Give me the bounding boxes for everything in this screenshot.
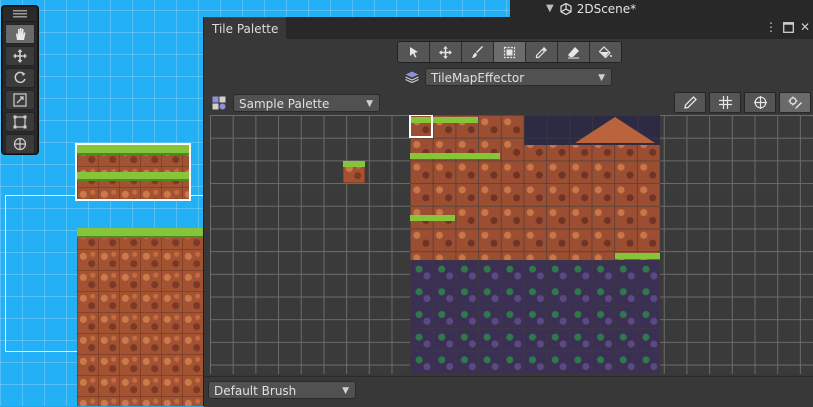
move-arrows-icon — [439, 45, 452, 59]
close-icon[interactable]: ✕ — [800, 19, 810, 35]
palette-icon — [212, 96, 226, 110]
scene-tools-overlay — [2, 6, 38, 154]
grass-strip — [410, 215, 455, 221]
palette-dropdown[interactable]: Sample Palette ▼ — [233, 94, 380, 112]
grass-strip — [77, 228, 204, 238]
rotate-tool-button[interactable] — [5, 68, 35, 88]
active-target-value: TileMapEffector — [431, 71, 525, 85]
ground-tiles[interactable] — [77, 228, 204, 406]
rect-transform-icon — [13, 115, 27, 129]
gear-brush-icon — [788, 96, 802, 109]
picker-tool-button[interactable] — [526, 42, 558, 62]
move-tool-button[interactable] — [430, 42, 462, 62]
paint-tool-button[interactable] — [462, 42, 494, 62]
toolbar-grip-icon[interactable] — [3, 7, 37, 22]
window-controls: ⋮ ✕ — [765, 19, 810, 35]
tile-palette-window: Tile Palette ⋮ ✕ TileMapEffector ▼ Sampl… — [203, 17, 813, 407]
tilesheet-roof-tiles — [575, 117, 655, 143]
paintbrush-icon — [472, 45, 483, 58]
palette-grid[interactable] — [210, 115, 813, 374]
tile-tools-toolbar — [397, 41, 622, 63]
gizmos-button[interactable] — [744, 92, 776, 113]
brush-dropdown[interactable]: Default Brush ▼ — [208, 381, 356, 399]
pencil-icon — [683, 96, 697, 109]
brush-bar: Default Brush ▼ — [204, 376, 813, 407]
more-options-icon[interactable]: ⋮ — [765, 19, 777, 35]
transform-icon — [13, 137, 27, 151]
eyedropper-icon — [535, 46, 547, 58]
transform-tool-button[interactable] — [5, 134, 35, 154]
hand-tool-button[interactable] — [5, 24, 35, 44]
expand-arrow-icon[interactable]: ▼ — [546, 3, 554, 14]
cursor-arrow-icon — [409, 47, 418, 58]
tile-palette-tab[interactable]: Tile Palette — [204, 17, 287, 40]
erase-tool-button[interactable] — [558, 42, 590, 62]
hierarchy-header: ▼ 2DScene* — [510, 0, 813, 17]
grass-strip — [343, 161, 365, 167]
box-fill-icon — [503, 46, 516, 58]
fill-tool-button[interactable] — [590, 42, 621, 62]
tilesheet-dungeon-region — [410, 260, 660, 374]
toggle-grid-button[interactable] — [709, 92, 741, 113]
palette-name-value: Sample Palette — [239, 97, 330, 111]
hand-icon — [16, 28, 26, 40]
dropdown-caret-icon: ▼ — [366, 99, 373, 109]
grass-strip — [77, 145, 189, 155]
palette-row: Sample Palette ▼ — [212, 93, 380, 113]
floating-tile-platform[interactable] — [75, 143, 191, 201]
brush-name-value: Default Brush — [214, 384, 297, 398]
palette-edit-tools — [674, 92, 811, 113]
gizmo-crosshair-icon — [753, 96, 767, 109]
rotate-icon — [14, 71, 26, 84]
maximize-icon[interactable] — [782, 21, 794, 33]
grass-strip — [410, 153, 500, 159]
active-target-dropdown[interactable]: TileMapEffector ▼ — [425, 68, 612, 86]
unity-scene-icon — [560, 2, 572, 15]
active-target-row: TileMapEffector ▼ — [405, 67, 612, 87]
scene-name[interactable]: 2DScene* — [577, 2, 636, 16]
palette-tile[interactable] — [343, 161, 365, 183]
tilemap-layers-icon — [405, 71, 419, 83]
selected-palette-tile[interactable] — [409, 115, 433, 138]
box-fill-tool-button[interactable] — [494, 42, 526, 62]
dropdown-caret-icon: ▼ — [342, 386, 349, 396]
grid-icon — [718, 96, 732, 109]
move-tool-button[interactable] — [5, 46, 35, 66]
dropdown-caret-icon: ▼ — [598, 73, 605, 83]
move-arrows-icon — [13, 49, 27, 63]
tile-palette-tab-bar: Tile Palette ⋮ ✕ — [204, 17, 813, 40]
palette-tilesheet[interactable] — [409, 115, 660, 374]
grass-strip — [615, 253, 660, 259]
grass-strip — [77, 172, 189, 181]
select-tool-button[interactable] — [398, 42, 430, 62]
rect-tool-button[interactable] — [5, 112, 35, 132]
edit-palette-button[interactable] — [674, 92, 706, 113]
paint-bucket-icon — [599, 45, 612, 58]
scale-tool-button[interactable] — [5, 90, 35, 110]
scale-icon — [13, 93, 27, 107]
eraser-icon — [568, 46, 579, 58]
palette-settings-button[interactable] — [779, 92, 811, 113]
